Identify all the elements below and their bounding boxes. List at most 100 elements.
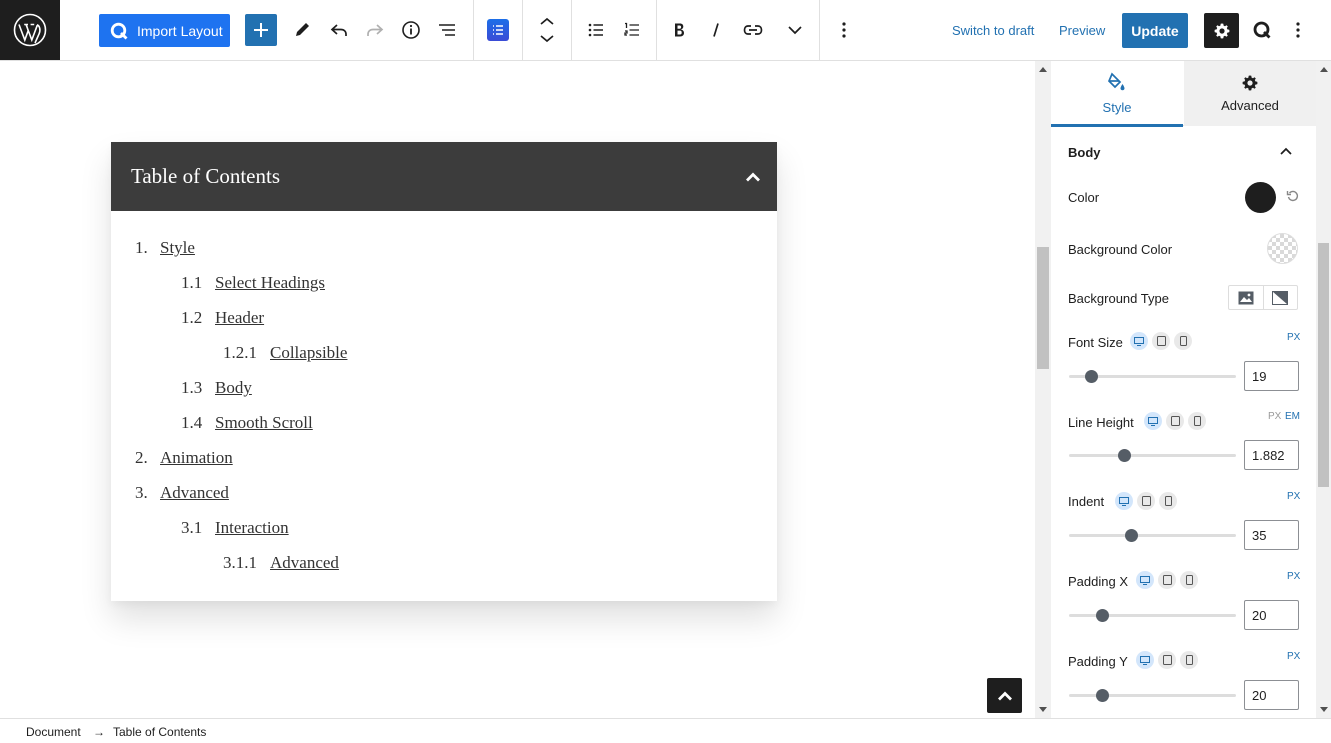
mobile-icon[interactable] — [1180, 571, 1198, 589]
breadcrumb-document[interactable]: Document — [26, 725, 81, 739]
line-height-slider-knob[interactable] — [1118, 449, 1132, 462]
color-label: Color — [1068, 190, 1100, 205]
toc-item: 3.1.1 Advanced — [223, 553, 339, 572]
panel-title[interactable]: Body — [1068, 145, 1101, 160]
unit-em[interactable]: EM — [1285, 411, 1300, 422]
unit-px[interactable]: PX — [1287, 651, 1300, 662]
desktop-icon[interactable] — [1144, 412, 1162, 430]
sidebar-scrollbar[interactable] — [1316, 61, 1331, 718]
preview-link[interactable]: Preview — [1059, 23, 1105, 38]
unit-px[interactable]: PX — [1287, 332, 1300, 343]
breadcrumb-arrow: → — [93, 725, 105, 739]
italic-button[interactable] — [700, 14, 732, 46]
padding-y-slider-knob[interactable] — [1096, 689, 1110, 702]
toc-link[interactable]: Header — [215, 308, 264, 327]
redo-button[interactable] — [359, 14, 391, 46]
toc-link[interactable]: Collapsible — [270, 343, 347, 362]
toc-link[interactable]: Animation — [160, 448, 233, 467]
list-view-button[interactable] — [431, 14, 463, 46]
padding-x-slider[interactable] — [1069, 609, 1236, 622]
tablet-icon[interactable] — [1166, 412, 1184, 430]
line-height-slider[interactable] — [1069, 449, 1236, 462]
import-layout-button[interactable]: Import Layout — [99, 14, 230, 47]
link-button[interactable] — [737, 14, 769, 46]
tablet-icon[interactable] — [1137, 492, 1155, 510]
toc-item: 3. Advanced — [135, 483, 229, 502]
toc-link[interactable]: Body — [215, 378, 252, 397]
editor-canvas[interactable]: Table of Contents 1. Style 1.1 Select Head… — [0, 61, 1035, 718]
more-rich-text-button[interactable] — [779, 14, 811, 46]
toc-link[interactable]: Advanced — [160, 483, 229, 502]
padding-y-slider[interactable] — [1069, 689, 1236, 702]
font-size-slider[interactable] — [1069, 370, 1236, 383]
line-height-label: Line Height — [1068, 415, 1134, 430]
padding-y-input[interactable]: 20 — [1244, 680, 1299, 710]
padding-x-input[interactable]: 20 — [1244, 600, 1299, 630]
tablet-icon[interactable] — [1152, 332, 1170, 350]
switch-to-draft-link[interactable]: Switch to draft — [952, 23, 1034, 38]
mobile-icon[interactable] — [1188, 412, 1206, 430]
toc-item: 1.2 Header — [181, 308, 265, 327]
add-block-button[interactable] — [245, 14, 277, 46]
toc-link[interactable]: Interaction — [215, 518, 289, 537]
gear-icon — [1214, 23, 1229, 38]
unit-px[interactable]: PX — [1287, 571, 1300, 582]
line-height-input[interactable]: 1.882 — [1244, 440, 1299, 470]
toc-link[interactable]: Select Headings — [215, 273, 325, 292]
tablet-icon[interactable] — [1158, 651, 1176, 669]
font-size-input[interactable]: 19 — [1244, 361, 1299, 391]
reset-icon[interactable] — [1286, 189, 1300, 203]
bold-button[interactable] — [663, 14, 695, 46]
indent-slider-knob[interactable] — [1124, 529, 1138, 542]
toc-item: 1. Style — [135, 238, 195, 257]
numbered-list-button[interactable] — [616, 14, 648, 46]
tab-advanced[interactable]: Advanced — [1184, 61, 1316, 126]
indent-input[interactable]: 35 — [1244, 520, 1299, 550]
chevron-up-icon[interactable] — [745, 171, 761, 183]
gradient-icon[interactable] — [1262, 286, 1298, 309]
padding-y-device-switch — [1136, 651, 1198, 669]
unit-px[interactable]: PX — [1268, 411, 1281, 422]
tablet-icon[interactable] — [1158, 571, 1176, 589]
wordpress-logo-icon[interactable] — [0, 0, 60, 60]
settings-button[interactable] — [1204, 13, 1239, 48]
desktop-icon[interactable] — [1115, 492, 1133, 510]
toc-link[interactable]: Advanced — [270, 553, 339, 572]
breadcrumb-current[interactable]: Table of Contents — [113, 725, 206, 739]
padding-x-slider-knob[interactable] — [1096, 609, 1110, 622]
canvas-scrollbar[interactable] — [1035, 61, 1051, 718]
color-swatch[interactable] — [1245, 182, 1276, 213]
mobile-icon[interactable] — [1174, 332, 1192, 350]
bulleted-list-button[interactable] — [580, 14, 612, 46]
details-button[interactable] — [395, 14, 427, 46]
unit-px[interactable]: PX — [1287, 491, 1300, 502]
update-button[interactable]: Update — [1122, 13, 1188, 48]
undo-button[interactable] — [323, 14, 355, 46]
toc-header[interactable]: Table of Contents — [111, 142, 777, 211]
desktop-icon[interactable] — [1136, 651, 1154, 669]
qubely-button[interactable] — [1246, 14, 1278, 46]
move-block-buttons[interactable] — [531, 14, 563, 46]
options-button[interactable] — [1282, 14, 1314, 46]
indent-slider[interactable] — [1069, 529, 1236, 542]
tab-style[interactable]: Style — [1051, 61, 1183, 127]
chevron-up-icon[interactable] — [1278, 143, 1294, 159]
background-type-switch — [1228, 285, 1298, 310]
desktop-icon[interactable] — [1136, 571, 1154, 589]
scroll-to-top-button[interactable] — [987, 678, 1022, 713]
link-icon — [743, 25, 763, 35]
mobile-icon[interactable] — [1180, 651, 1198, 669]
toc-link[interactable]: Smooth Scroll — [215, 413, 313, 432]
toc-link[interactable]: Style — [160, 238, 195, 257]
font-size-slider-knob[interactable] — [1084, 370, 1098, 383]
table-of-contents-block[interactable]: Table of Contents 1. Style 1.1 Select Head… — [111, 142, 777, 601]
breadcrumb: Document → Table of Contents — [0, 718, 1331, 743]
mobile-icon[interactable] — [1159, 492, 1177, 510]
block-options-button[interactable] — [828, 14, 860, 46]
desktop-icon[interactable] — [1130, 332, 1148, 350]
table-of-contents-block-icon[interactable] — [487, 19, 509, 41]
toc-item: 1.3 Body — [181, 378, 252, 397]
tools-button[interactable] — [286, 14, 318, 46]
background-color-swatch[interactable] — [1267, 233, 1298, 264]
image-icon[interactable] — [1229, 286, 1263, 309]
